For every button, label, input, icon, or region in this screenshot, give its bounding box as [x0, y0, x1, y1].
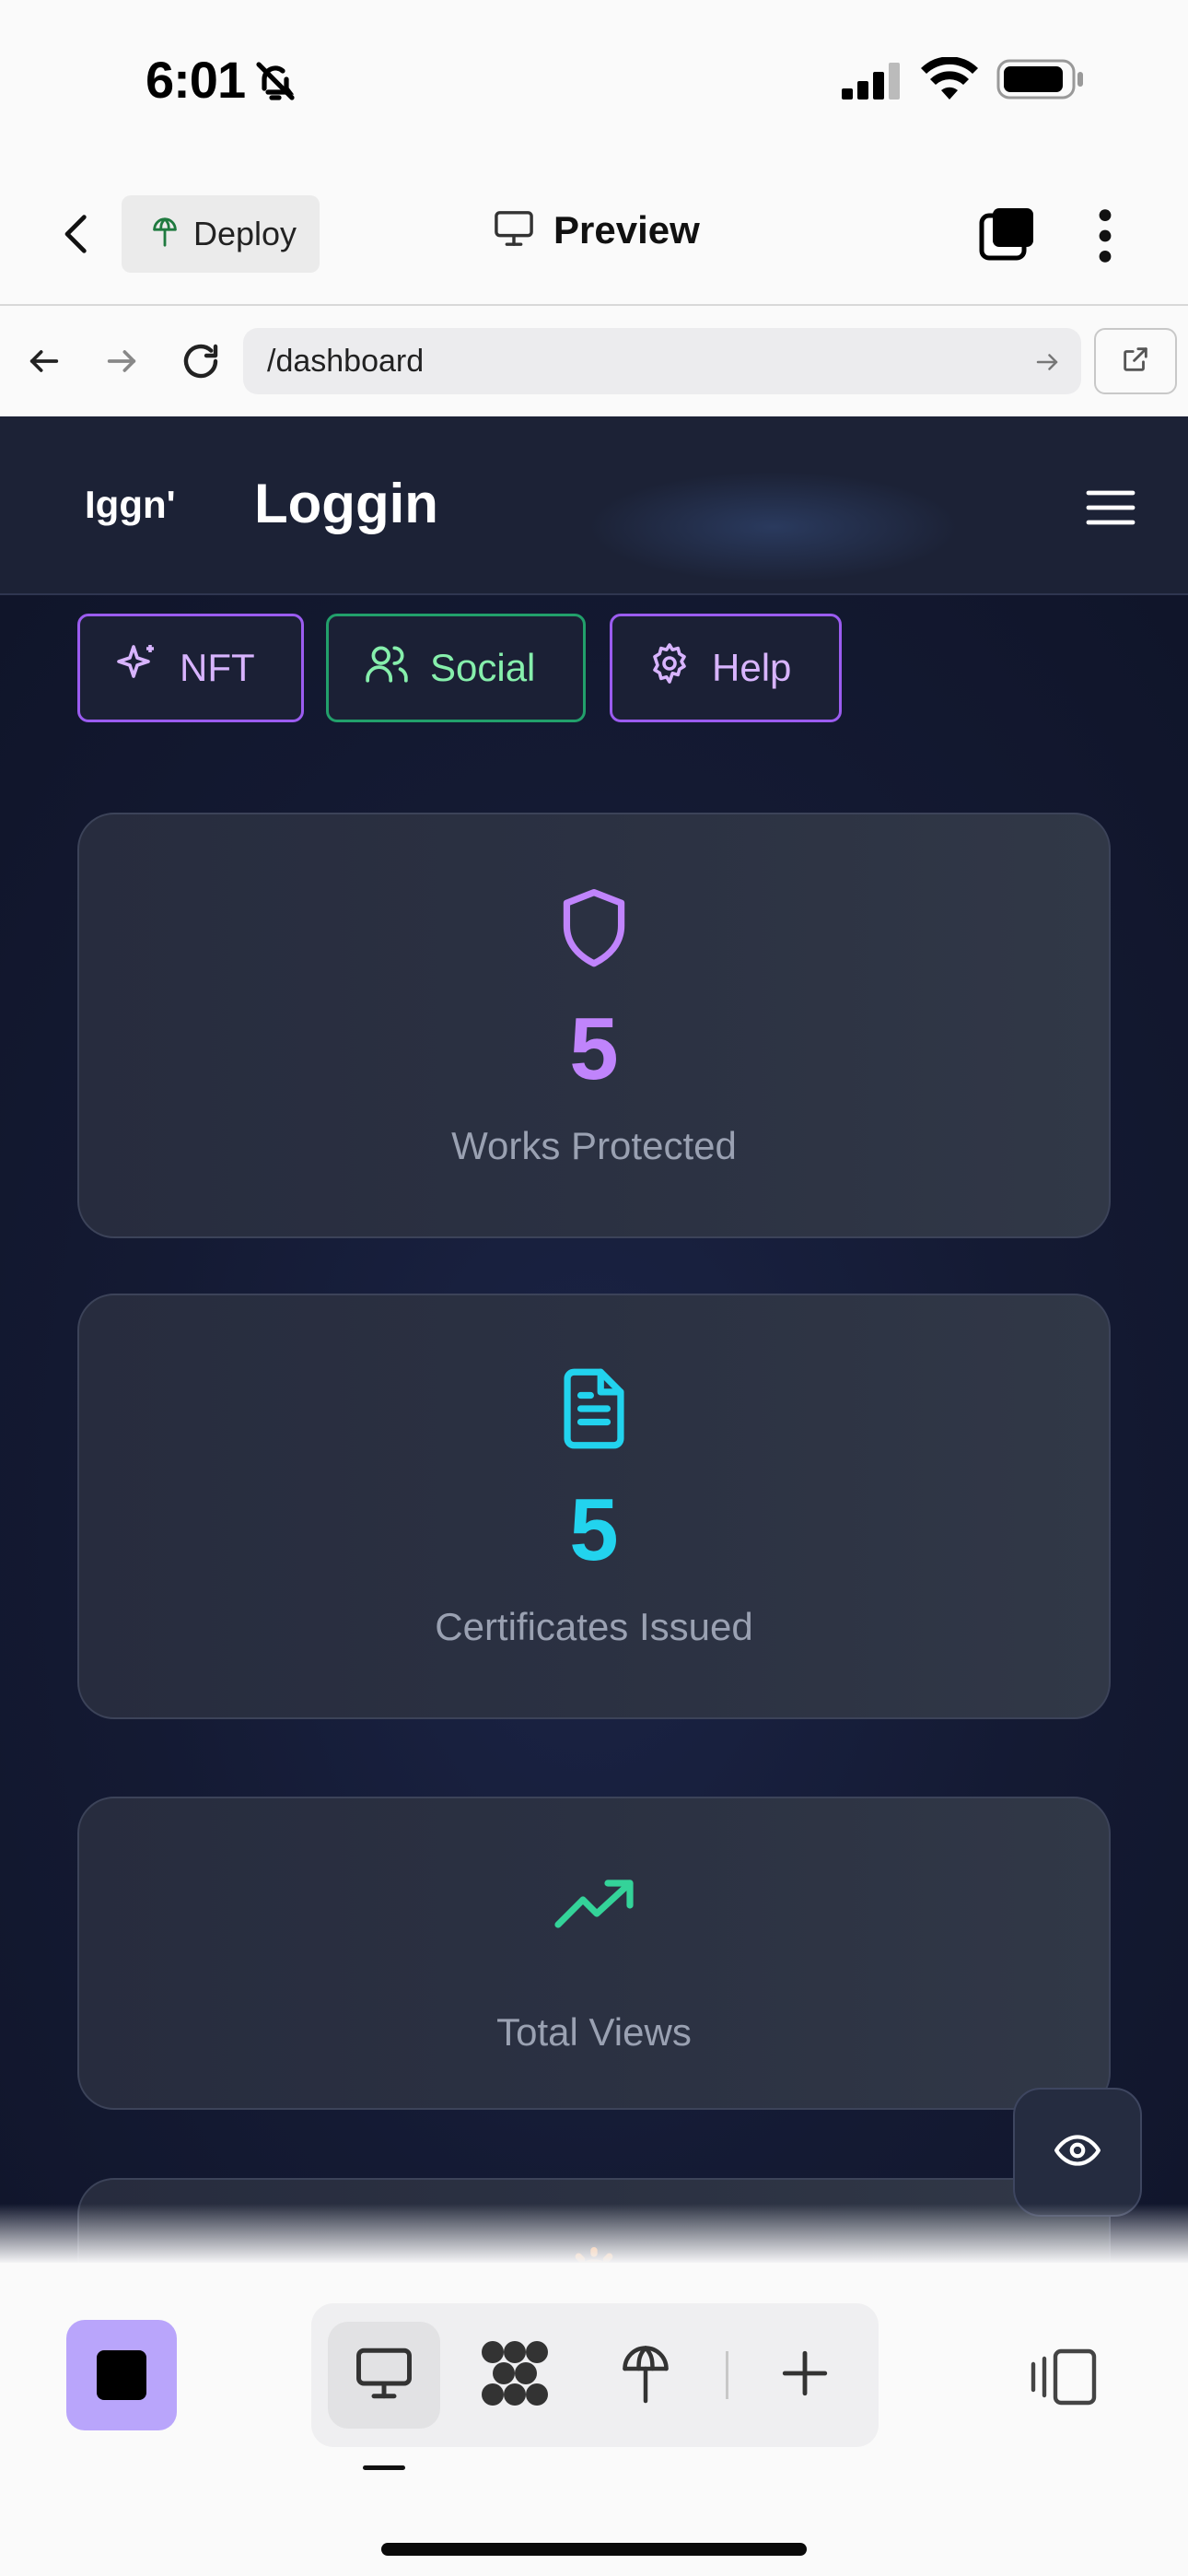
document-icon [79, 1365, 1109, 1452]
bottom-toolbar [0, 2263, 1188, 2576]
preview-label: Preview [553, 208, 700, 252]
external-link-icon [1120, 344, 1151, 380]
arrow-left-icon[interactable] [26, 343, 63, 384]
users-icon [364, 640, 410, 696]
stop-button[interactable] [66, 2320, 177, 2430]
stat-card-certificates-issued: 5 Certificates Issued [77, 1294, 1111, 1719]
deploy-tab[interactable] [589, 2322, 702, 2429]
certificates-issued-value: 5 [569, 1481, 619, 1579]
back-chevron-icon[interactable] [57, 210, 98, 263]
cellular-signal-icon [842, 63, 903, 104]
home-indicator [381, 2543, 807, 2556]
battery-icon [996, 59, 1085, 104]
side-panel-icon[interactable] [1030, 2348, 1098, 2411]
more-vertical-icon[interactable] [1091, 206, 1119, 270]
workflow-tab[interactable] [459, 2322, 571, 2429]
url-field[interactable]: /dashboard [243, 328, 1081, 394]
tabs-icon[interactable] [978, 205, 1037, 268]
arrow-right-icon[interactable] [103, 343, 140, 384]
sparkles-icon [115, 641, 159, 695]
wifi-icon [921, 56, 978, 104]
help-pill-button[interactable]: Help [610, 614, 842, 722]
nft-pill-button[interactable]: NFT [77, 614, 304, 722]
works-protected-caption: Works Protected [451, 1124, 737, 1167]
go-arrow-icon[interactable] [1033, 348, 1061, 381]
add-tab-button[interactable] [751, 2322, 858, 2429]
view-mode-tray [311, 2303, 879, 2447]
social-pill-label: Social [430, 646, 536, 689]
stop-square-icon [97, 2350, 146, 2400]
trending-up-icon [79, 1878, 1109, 1933]
shield-icon [79, 886, 1109, 971]
tray-divider [726, 2351, 728, 2399]
open-external-button[interactable] [1094, 328, 1177, 394]
browser-url-row: /dashboard [0, 306, 1188, 416]
social-pill-button[interactable]: Social [326, 614, 586, 722]
site-navbar: Iggn' Loggin [0, 416, 1188, 595]
site-logo[interactable]: Iggn' [85, 483, 176, 527]
blocks-icon [480, 2339, 550, 2412]
deploy-label: Deploy [193, 215, 297, 252]
total-views-caption: Total Views [496, 2010, 692, 2054]
reload-icon[interactable] [179, 339, 223, 388]
bottom-fade [0, 2204, 1188, 2263]
app-header: Deploy Preview [0, 166, 1188, 306]
status-bar: 6:01 [0, 0, 1188, 166]
preview-eye-button[interactable] [1013, 2088, 1142, 2217]
eye-icon [1054, 2132, 1101, 2173]
preview-title: Preview [493, 208, 700, 252]
status-time: 6:01 [146, 51, 246, 109]
deploy-button[interactable]: Deploy [122, 195, 320, 273]
help-pill-label: Help [712, 646, 792, 689]
stat-card-works-protected: 5 Works Protected [77, 813, 1111, 1238]
monitor-icon [493, 209, 535, 252]
monitor-icon [354, 2345, 414, 2406]
plus-icon [778, 2347, 832, 2405]
active-tab-indicator [363, 2465, 405, 2470]
nft-pill-label: NFT [180, 646, 255, 689]
certificates-issued-caption: Certificates Issued [435, 1605, 753, 1648]
site-preview: Iggn' Loggin NFT Social Help 5 Works Pro… [0, 416, 1188, 2263]
site-title[interactable]: Loggin [254, 472, 438, 535]
desktop-view-tab[interactable] [328, 2322, 440, 2429]
hamburger-menu-icon[interactable] [1085, 486, 1136, 533]
stat-card-total-views: Total Views [77, 1797, 1111, 2110]
gear-icon [647, 641, 692, 695]
deploy-globe-icon [618, 2341, 673, 2410]
works-protected-value: 5 [569, 1000, 619, 1098]
url-text: /dashboard [267, 343, 425, 379]
deploy-globe-icon [149, 217, 181, 252]
bell-muted-icon [253, 59, 297, 108]
